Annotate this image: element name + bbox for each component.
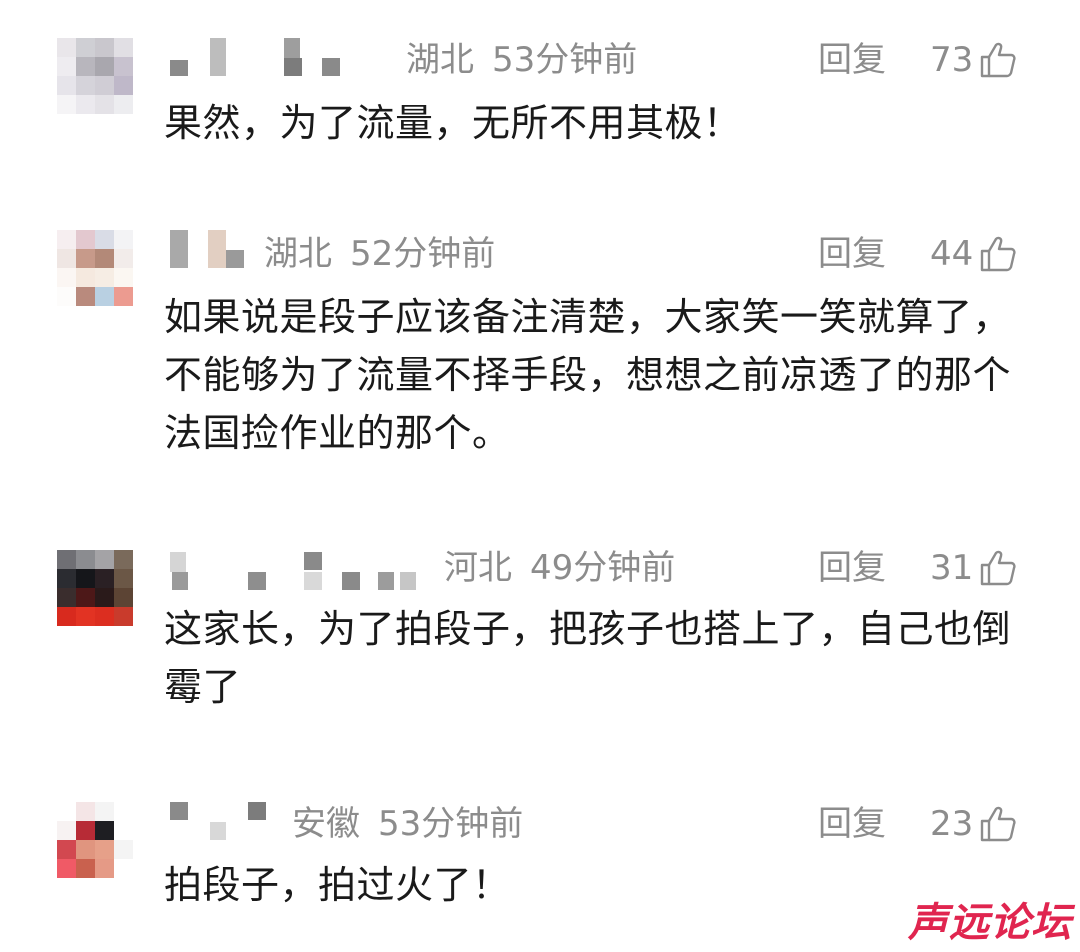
avatar[interactable] [57, 230, 133, 306]
thumbs-up-icon [981, 550, 1016, 586]
username-blurred[interactable] [170, 802, 280, 842]
like-count: 31 [930, 548, 974, 588]
like-count: 73 [930, 40, 974, 80]
avatar[interactable] [57, 550, 133, 626]
comment-meta: 安徽 53分钟前 [292, 804, 523, 844]
thumbs-up-icon [981, 42, 1016, 78]
username-blurred[interactable] [170, 38, 380, 78]
like-button[interactable]: 44 [930, 234, 1017, 274]
comment-text: 果然，为了流量，无所不用其极！ [164, 101, 742, 145]
reply-button[interactable]: 回复 [818, 804, 886, 844]
reply-button[interactable]: 回复 [818, 548, 886, 588]
thumbs-up-icon [981, 806, 1016, 842]
region-label: 安徽 [292, 804, 360, 844]
timestamp: 53分钟前 [378, 804, 524, 844]
comment-item: 湖北 53分钟前 回复 73 果然，为了流量，无所不用其极！ [0, 0, 1080, 200]
username-blurred[interactable] [170, 230, 250, 270]
comment-meta: 湖北 52分钟前 [264, 234, 495, 274]
like-button[interactable]: 31 [930, 548, 1017, 588]
comment-text: 这家长，为了拍段子，把孩子也搭上了，自己也倒霉了 [164, 607, 1012, 709]
like-button[interactable]: 73 [930, 40, 1017, 80]
like-count: 23 [930, 804, 974, 844]
username-blurred[interactable] [170, 552, 440, 592]
avatar[interactable] [57, 38, 133, 114]
region-label: 河北 [444, 548, 512, 588]
like-count: 44 [930, 234, 974, 274]
watermark-logo: 声远论坛 [908, 900, 1072, 946]
region-label: 湖北 [406, 40, 474, 80]
timestamp: 53分钟前 [492, 40, 638, 80]
reply-button[interactable]: 回复 [818, 40, 886, 80]
comment-text: 如果说是段子应该备注清楚，大家笑一笑就算了，不能够为了流量不择手段，想想之前凉透… [164, 295, 1012, 455]
thumbs-up-icon [981, 236, 1016, 272]
comment-meta: 湖北 53分钟前 [406, 40, 637, 80]
reply-button[interactable]: 回复 [818, 234, 886, 274]
like-button[interactable]: 23 [930, 804, 1017, 844]
avatar[interactable] [57, 802, 133, 878]
region-label: 湖北 [264, 234, 332, 274]
timestamp: 49分钟前 [530, 548, 676, 588]
timestamp: 52分钟前 [350, 234, 496, 274]
comment-meta: 河北 49分钟前 [444, 548, 675, 588]
